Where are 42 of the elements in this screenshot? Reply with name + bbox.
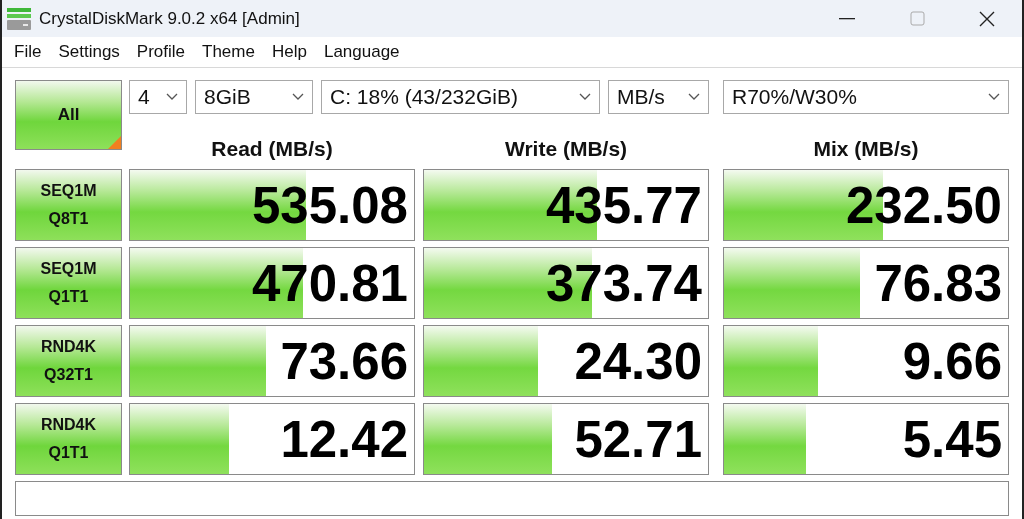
app-icon [7, 7, 31, 30]
test-button[interactable]: SEQ1M Q1T1 [15, 247, 122, 319]
result-value: 73.66 [280, 331, 408, 391]
test-button[interactable]: RND4K Q32T1 [15, 325, 122, 397]
menu-item[interactable]: Profile [136, 42, 195, 62]
dropdown[interactable]: C: 18% (43/232GiB) [321, 80, 600, 114]
result-value: 535.08 [252, 175, 408, 235]
caret-icon [579, 93, 591, 101]
result-value: 232.50 [846, 175, 1002, 235]
dropdown[interactable]: R70%/W30% [723, 80, 1009, 114]
close-icon [979, 10, 995, 27]
column-header: Write (MB/s) [503, 137, 629, 161]
dropdown[interactable]: 8GiB [195, 80, 313, 114]
test-button[interactable]: RND4K Q1T1 [15, 403, 122, 475]
result-value: 9.66 [902, 331, 1002, 391]
result-value: 373.74 [546, 253, 702, 313]
dropdown[interactable]: 4 [129, 80, 187, 114]
maximize-icon [909, 11, 925, 26]
menu-item[interactable]: Settings [58, 42, 129, 62]
window-title: CrystalDiskMark 9.0.2 x64 [Admin] [39, 8, 300, 29]
result-value: 5.45 [902, 409, 1002, 469]
column-header: Read (MB/s) [210, 137, 334, 161]
dropdown[interactable]: MB/s [608, 80, 709, 114]
corner-triangle-icon [108, 136, 121, 149]
caret-icon [688, 93, 700, 101]
result-value: 435.77 [546, 175, 702, 235]
result-value: 12.42 [280, 409, 408, 469]
test-button[interactable]: SEQ1M Q8T1 [15, 169, 122, 241]
caret-icon [166, 93, 178, 101]
result-value: 76.83 [874, 253, 1002, 313]
minimize-icon [839, 17, 855, 20]
result-value: 24.30 [574, 331, 702, 391]
caret-icon [988, 93, 1000, 101]
menu-item[interactable]: File [14, 42, 51, 62]
caret-icon [292, 93, 304, 101]
result-value: 52.71 [574, 409, 702, 469]
result-value: 470.81 [252, 253, 408, 313]
menu-item[interactable]: Theme [202, 42, 264, 62]
all-button[interactable]: All [15, 80, 122, 150]
menu-item[interactable]: Help [271, 42, 316, 62]
column-header: Mix (MB/s) [812, 137, 920, 161]
menu-item[interactable]: Language [323, 42, 409, 62]
